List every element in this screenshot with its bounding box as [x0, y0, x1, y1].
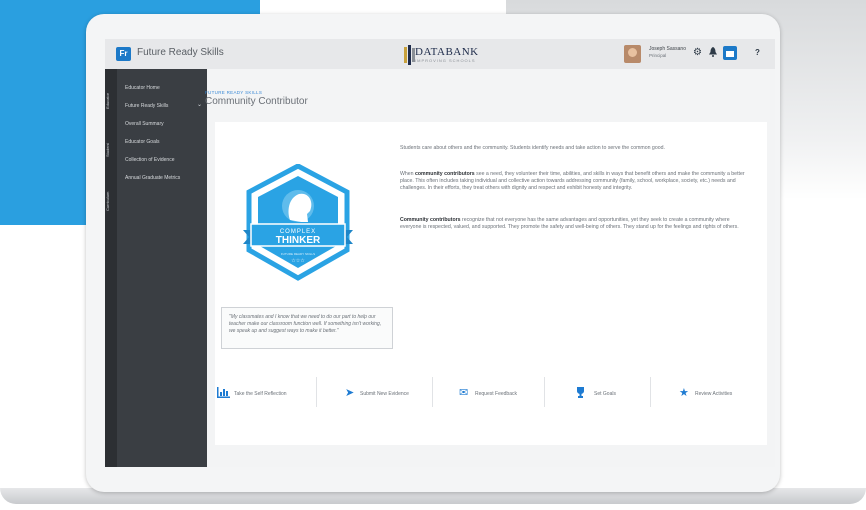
top-bar: Fr Future Ready Skills DATABANK IMPROVIN…: [105, 39, 775, 70]
description-p3-lead: Community contributors: [400, 217, 461, 223]
sidebar-item-educator-goals[interactable]: Educator Goals: [125, 139, 159, 145]
paper-plane-icon: ➤: [345, 387, 355, 399]
student-quote: "My classmates and I know that we need t…: [221, 307, 393, 349]
rail-tab-curriculum[interactable]: Curriculum: [105, 181, 117, 221]
bar-chart-icon: [217, 387, 230, 398]
sidebar: Educator Home Future Ready Skills ⌄ Over…: [117, 69, 207, 467]
description-paragraph-3: Community contributors recognize that no…: [400, 217, 745, 231]
bell-icon[interactable]: [709, 47, 717, 61]
submit-evidence-button[interactable]: ➤ Submit New Evidence: [345, 383, 430, 405]
self-reflection-button[interactable]: Take the Self Reflection: [217, 383, 312, 405]
divider: [316, 377, 317, 407]
chevron-down-icon[interactable]: ⌄: [197, 101, 202, 108]
badge-level: FUTURE READY SKILLS: [281, 252, 315, 256]
app-screen: Fr Future Ready Skills DATABANK IMPROVIN…: [105, 39, 775, 467]
sidebar-item-educator-home[interactable]: Educator Home: [125, 85, 160, 91]
divider: [650, 377, 651, 407]
calendar-icon[interactable]: [723, 46, 737, 64]
trophy-icon: [577, 387, 584, 398]
sidebar-item-collection-of-evidence[interactable]: Collection of Evidence: [125, 157, 174, 163]
badge-line2: THINKER: [276, 235, 321, 246]
envelope-icon: ✉: [459, 387, 469, 399]
avatar[interactable]: [624, 45, 641, 63]
logo-subtext: IMPROVING SCHOOLS: [415, 58, 476, 63]
star-icon: ★: [679, 387, 689, 399]
page-title: Community Contributor: [205, 96, 308, 107]
review-activities-button[interactable]: ★ Review Activities: [679, 383, 754, 405]
badge-stars: ☆☆☆: [291, 258, 305, 264]
set-goals-label: Set Goals: [594, 391, 616, 397]
logo-text: DATABANK: [415, 46, 479, 58]
app-badge[interactable]: Fr: [116, 47, 131, 61]
set-goals-button[interactable]: Set Goals: [575, 383, 635, 405]
description-paragraph-2: When community contributors see a need, …: [400, 171, 745, 192]
gear-icon[interactable]: ⚙: [693, 47, 702, 59]
submit-evidence-label: Submit New Evidence: [360, 391, 409, 397]
rail-tab-educator[interactable]: Educator: [105, 81, 117, 121]
self-reflection-label: Take the Self Reflection: [234, 391, 287, 397]
rail-tab-student[interactable]: Student: [105, 135, 117, 165]
user-name[interactable]: Joseph Sassano: [649, 46, 686, 52]
review-activities-label: Review Activities: [695, 391, 733, 397]
description-intro: Students care about others and the commu…: [400, 145, 665, 151]
sidebar-rail: Educator Student Curriculum: [105, 69, 117, 467]
sidebar-item-overall-summary[interactable]: Overall Summary: [125, 121, 164, 127]
app-name[interactable]: Future Ready Skills: [137, 47, 224, 58]
sidebar-item-annual-graduate-metrics[interactable]: Annual Graduate Metrics: [125, 175, 180, 181]
user-role: Principal: [649, 53, 667, 58]
request-feedback-label: Request Feedback: [475, 391, 517, 397]
description-p2-pre: When: [400, 171, 415, 177]
complex-thinker-badge: COMPLEX THINKER FUTURE READY SKILLS ☆☆☆: [243, 164, 353, 281]
breadcrumb[interactable]: FUTURE READY SKILLS: [205, 90, 262, 95]
description-p2-lead: community contributors: [415, 171, 475, 177]
sidebar-item-future-ready-skills[interactable]: Future Ready Skills: [125, 103, 168, 109]
divider: [432, 377, 433, 407]
help-icon[interactable]: ?: [755, 47, 760, 59]
request-feedback-button[interactable]: ✉ Request Feedback: [459, 383, 539, 405]
divider: [544, 377, 545, 407]
